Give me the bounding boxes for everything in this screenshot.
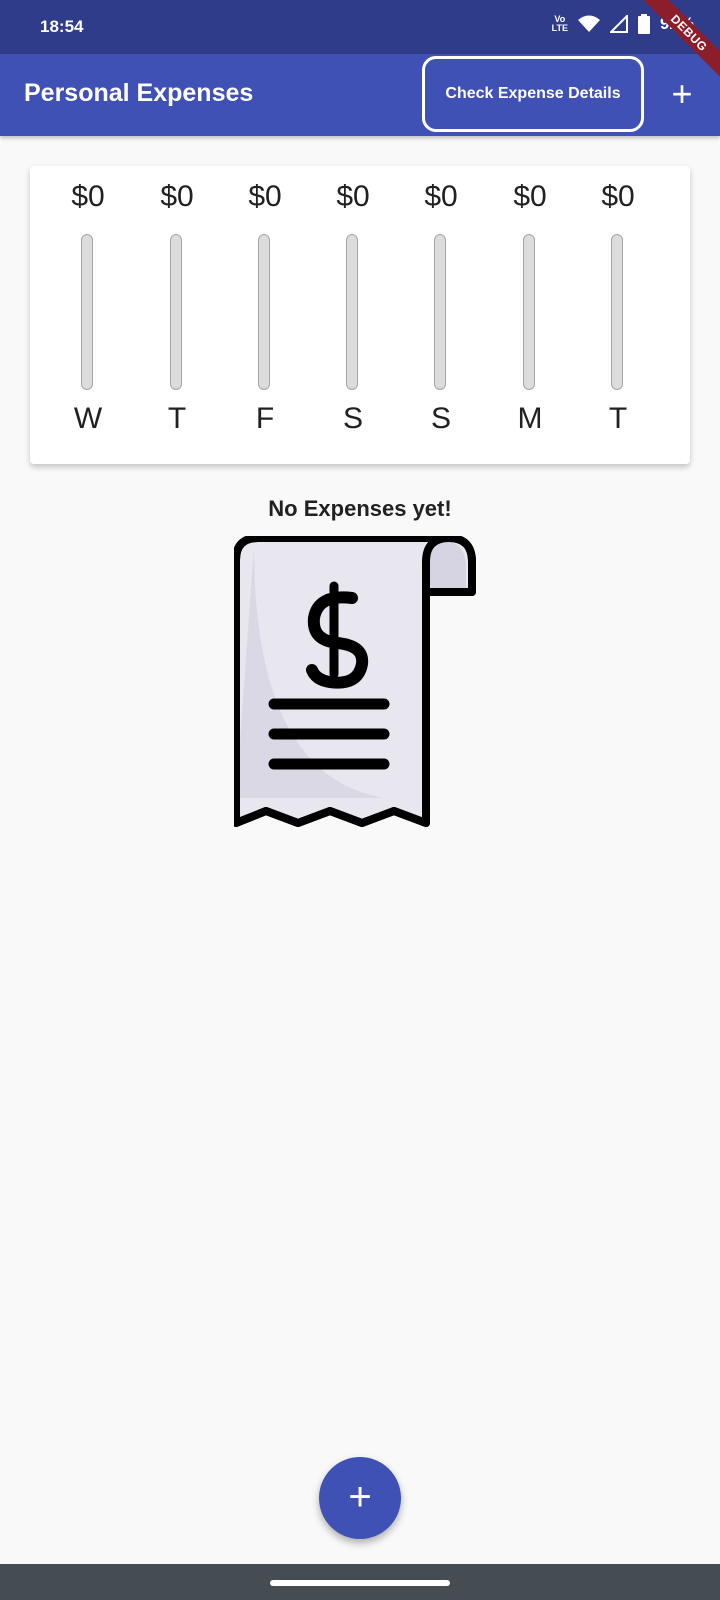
check-expense-details-button[interactable]: Check Expense Details xyxy=(422,56,644,132)
chart-bar-2: $0 F xyxy=(232,166,298,464)
bar-amount-label: $0 xyxy=(336,180,370,213)
bar-track xyxy=(434,234,446,390)
bar-day-label: W xyxy=(73,402,103,435)
navigation-bar xyxy=(0,1564,720,1600)
debug-banner: DEBUG xyxy=(630,0,720,90)
empty-state-title: No Expenses yet! xyxy=(268,496,452,521)
chart-bars: $0 W $0 T $0 F $0 S $0 S $0 M $0 T xyxy=(30,166,690,464)
home-gesture-handle[interactable] xyxy=(270,1580,450,1586)
signal-icon xyxy=(609,15,628,33)
bar-track xyxy=(346,234,358,390)
bar-amount-label: $0 xyxy=(513,180,547,213)
bar-day-label: T xyxy=(167,402,187,435)
app-bar: Personal Expenses Check Expense Details … xyxy=(0,54,720,136)
page-title: Personal Expenses xyxy=(24,79,254,107)
chart-bar-1: $0 T xyxy=(144,166,210,464)
receipt-icon xyxy=(234,536,476,827)
debug-banner-label: DEBUG xyxy=(636,0,720,86)
volte-icon: Vo LTE xyxy=(551,14,568,33)
wifi-icon xyxy=(577,15,600,32)
bar-track xyxy=(611,234,623,390)
bar-day-label: T xyxy=(608,402,628,435)
bar-day-label: F xyxy=(255,402,275,435)
bar-amount-label: $0 xyxy=(248,180,282,213)
bar-day-label: S xyxy=(430,402,451,435)
bar-day-label: S xyxy=(342,402,363,435)
chart-bar-6: $0 T xyxy=(585,166,651,464)
status-bar: 18:54 Vo LTE 92% xyxy=(0,0,720,54)
bar-track xyxy=(170,234,182,390)
bar-track xyxy=(523,234,535,390)
bar-track xyxy=(81,234,93,390)
weekly-chart-card: $0 W $0 T $0 F $0 S $0 S $0 M $0 T xyxy=(30,166,690,464)
chart-bar-4: $0 S xyxy=(408,166,474,464)
bar-amount-label: $0 xyxy=(71,180,105,213)
bar-amount-label: $0 xyxy=(424,180,458,213)
chart-bar-5: $0 M xyxy=(497,166,563,464)
bar-track xyxy=(258,234,270,390)
chart-bar-3: $0 S xyxy=(320,166,386,464)
chart-bar-0: $0 W xyxy=(55,166,121,464)
bar-amount-label: $0 xyxy=(160,180,194,213)
add-expense-fab[interactable]: + xyxy=(319,1457,401,1539)
bar-day-label: M xyxy=(517,402,543,435)
bar-amount-label: $0 xyxy=(601,180,635,213)
status-time: 18:54 xyxy=(40,17,84,36)
